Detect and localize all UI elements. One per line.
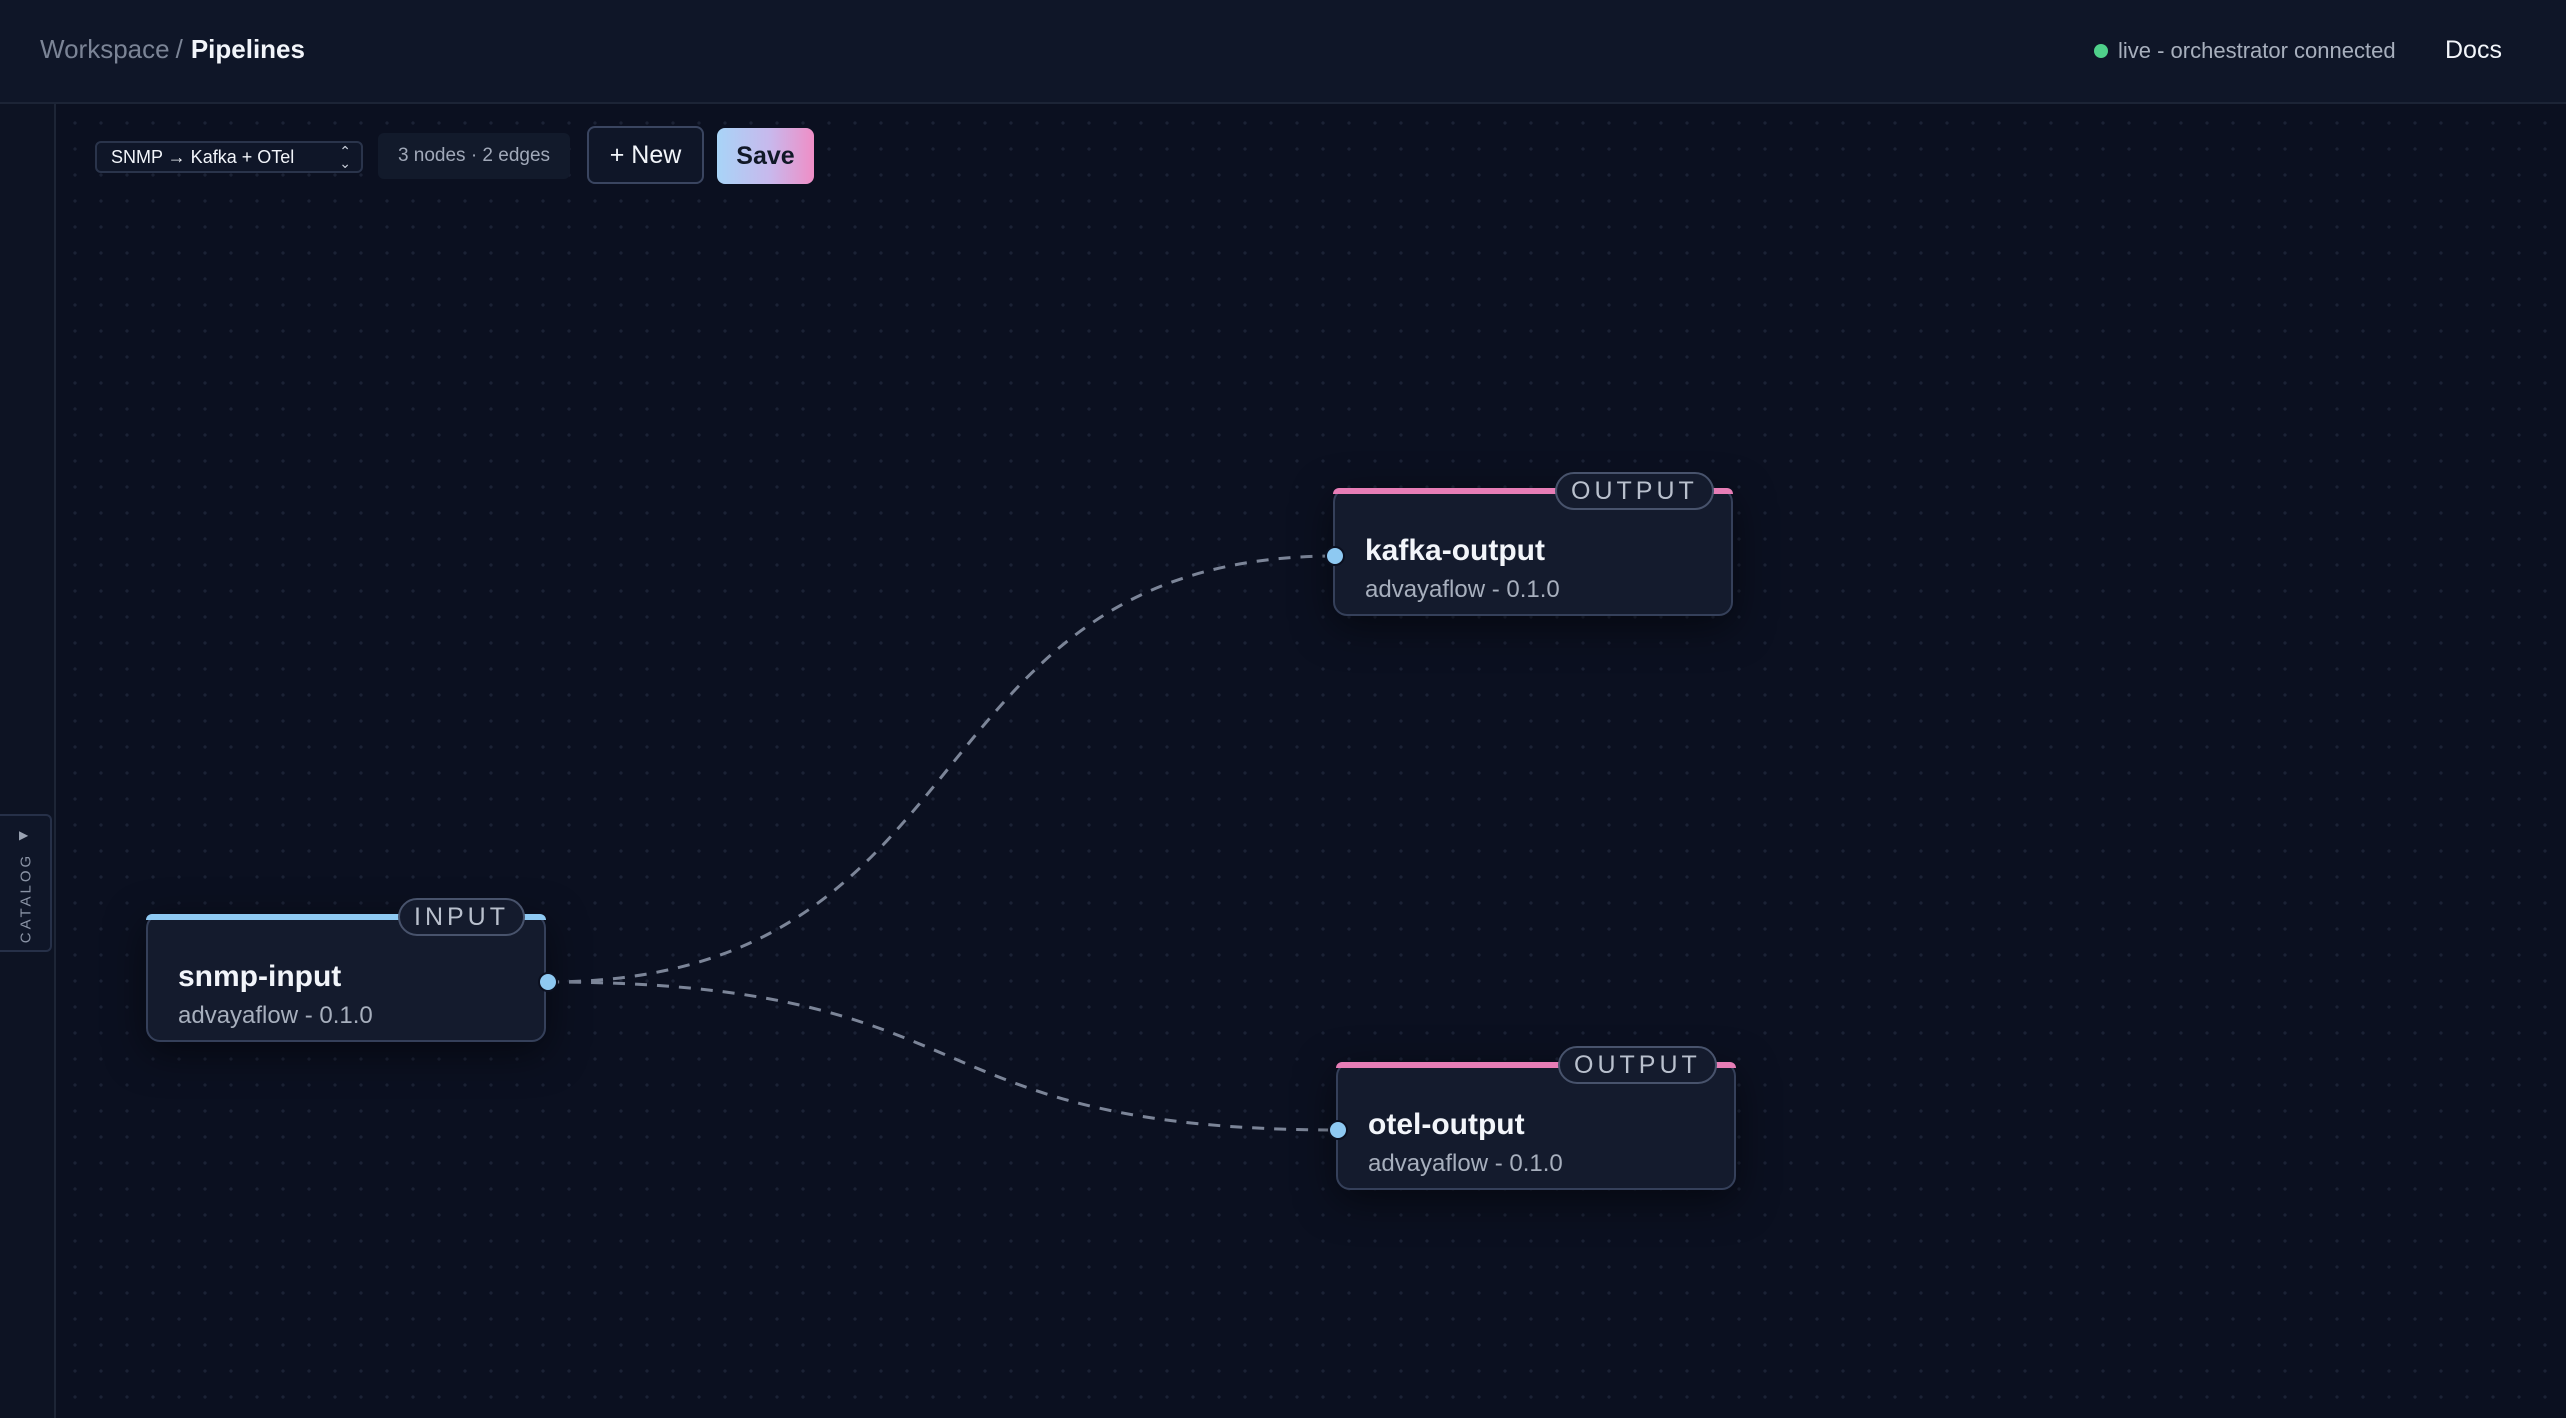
node-subtitle: advayaflow - 0.1.0: [178, 1002, 373, 1029]
catalog-label: CATALOG: [17, 852, 35, 944]
breadcrumb-current: Pipelines: [190, 34, 305, 64]
node-title: snmp-input: [178, 960, 342, 993]
docs-link[interactable]: Docs: [2445, 36, 2502, 65]
node-subtitle: advayaflow - 0.1.0: [1365, 576, 1560, 603]
breadcrumb: Workspace / Pipelines: [40, 34, 305, 65]
node-title: otel-output: [1368, 1108, 1525, 1141]
input-handle[interactable]: [1325, 546, 1345, 566]
status-dot-icon: [2094, 44, 2108, 58]
node-kind-badge: INPUT: [398, 898, 525, 936]
new-pipeline-button[interactable]: + New: [587, 126, 704, 184]
node-title: kafka-output: [1365, 534, 1545, 567]
breadcrumb-separator: /: [175, 34, 183, 64]
node-otel-output[interactable]: OUTPUT otel-output advayaflow - 0.1.0: [1328, 1046, 1736, 1190]
status-text: live - orchestrator connected: [2118, 38, 2396, 63]
pipeline-select-value: SNMP → Kafka + OTel: [111, 146, 295, 167]
node-kind-badge: OUTPUT: [1555, 472, 1714, 510]
connection-status: live - orchestrator connected: [2094, 38, 2396, 64]
node-kafka-output[interactable]: OUTPUT kafka-output advayaflow - 0.1.0: [1325, 472, 1733, 616]
input-handle[interactable]: [1328, 1120, 1348, 1140]
output-handle[interactable]: [538, 972, 558, 992]
save-button[interactable]: Save: [717, 128, 814, 184]
catalog-toggle[interactable]: ▶ CATALOG: [0, 814, 52, 952]
breadcrumb-workspace[interactable]: Workspace: [40, 34, 170, 64]
select-chevron-icon: ⌃ ⌄: [339, 143, 351, 171]
node-subtitle: advayaflow - 0.1.0: [1368, 1150, 1563, 1177]
pipeline-canvas[interactable]: [56, 104, 2566, 1418]
top-bar: Workspace / Pipelines live - orchestrator …: [0, 0, 2566, 104]
left-rail: [0, 104, 56, 1418]
graph-stats: 3 nodes · 2 edges: [378, 133, 570, 179]
pipeline-select[interactable]: SNMP → Kafka + OTel ⌃ ⌄: [95, 141, 363, 173]
triangle-right-icon: ▶: [19, 828, 29, 842]
node-kind-badge: OUTPUT: [1558, 1046, 1717, 1084]
node-snmp-input[interactable]: INPUT snmp-input advayaflow - 0.1.0: [146, 898, 558, 1042]
